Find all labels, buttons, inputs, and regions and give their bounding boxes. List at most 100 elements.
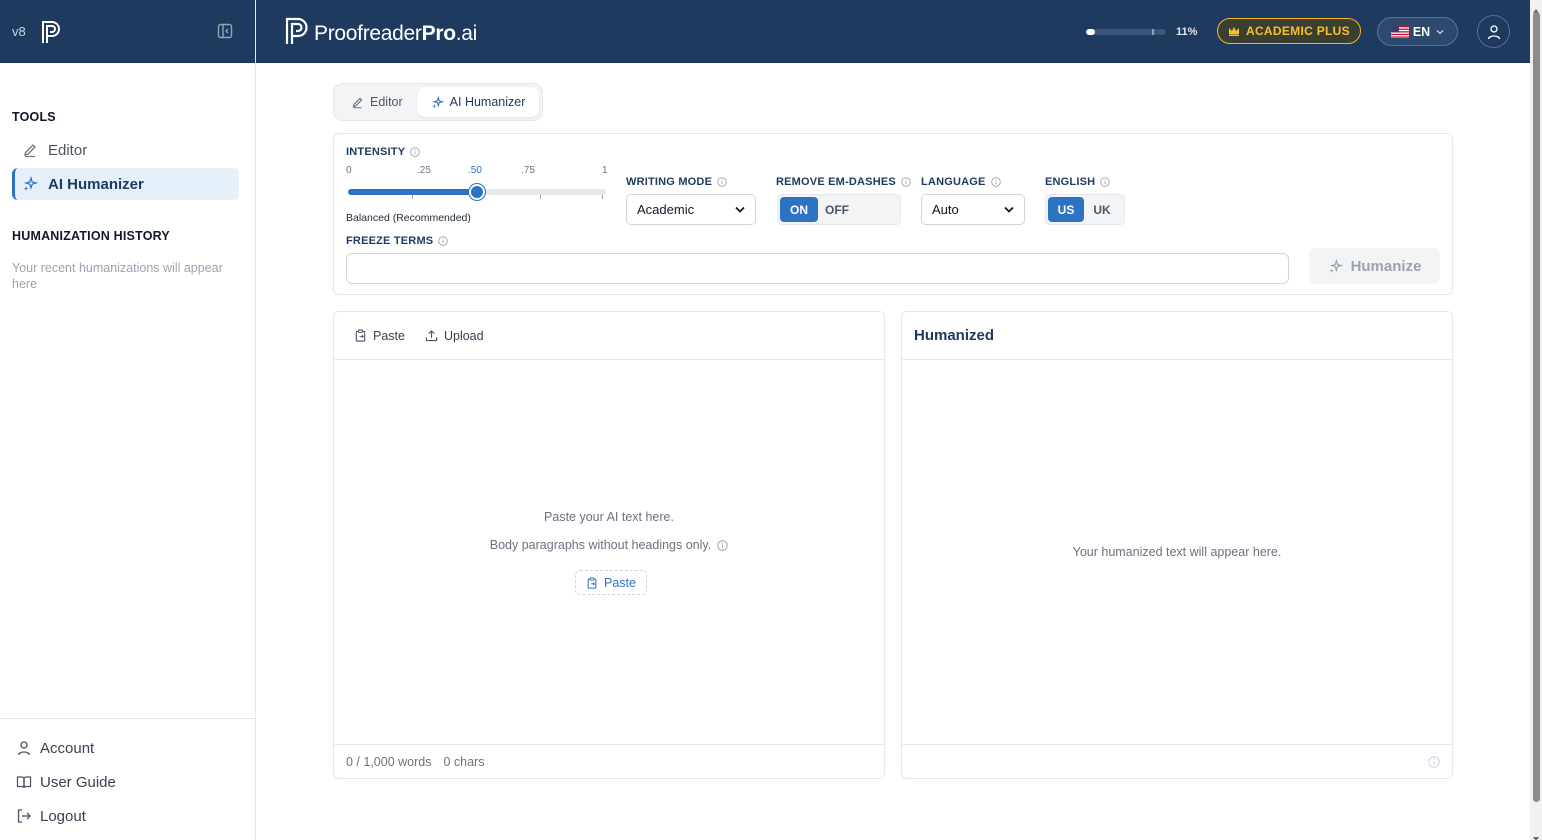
brand-logo[interactable]: Proofreader Pro .ai xyxy=(284,16,477,52)
writing-mode-label: WRITING MODE xyxy=(626,176,727,188)
sidebar-item-label: Editor xyxy=(48,141,88,159)
plan-label: ACADEMIC PLUS xyxy=(1246,24,1350,38)
intensity-description: Balanced (Recommended) xyxy=(346,212,471,224)
sidebar: v8 TOOLS Editor AI Humanizer HUMANIZATIO… xyxy=(0,0,256,840)
sidebar-item-label: User Guide xyxy=(40,773,116,791)
scroll-down-arrow-icon[interactable] xyxy=(1532,830,1540,840)
sidebar-header: v8 xyxy=(0,0,255,63)
english-uk-option[interactable]: UK xyxy=(1084,197,1120,222)
usage-progress-fill xyxy=(1086,29,1095,35)
upload-label: Upload xyxy=(443,328,484,343)
sidebar-item-user-guide[interactable]: User Guide xyxy=(0,765,255,799)
slider-thumb[interactable] xyxy=(469,184,485,200)
chevron-down-icon xyxy=(735,206,745,213)
freeze-terms-label: FREEZE TERMS xyxy=(346,235,449,247)
chevron-down-icon xyxy=(1004,206,1014,213)
pencil-icon xyxy=(22,142,38,158)
scrollbar-thumb[interactable] xyxy=(1533,12,1540,802)
english-variant-toggle: US UK xyxy=(1045,194,1125,225)
collapse-sidebar-icon[interactable] xyxy=(217,23,233,39)
sparkle-icon xyxy=(22,176,38,192)
tab-ai-humanizer[interactable]: AI Humanizer xyxy=(416,87,540,117)
sidebar-item-logout[interactable]: Logout xyxy=(0,799,255,833)
tab-label: AI Humanizer xyxy=(449,95,526,109)
upload-button[interactable]: Upload xyxy=(425,329,484,343)
user-icon xyxy=(1486,24,1502,40)
remove-em-dashes-toggle: ON OFF xyxy=(777,194,901,225)
chevron-down-icon xyxy=(1436,29,1444,35)
sparkle-icon xyxy=(1328,258,1343,274)
tab-editor[interactable]: Editor xyxy=(337,87,417,117)
language-label: EN xyxy=(1412,24,1431,39)
humanize-button[interactable]: Humanize xyxy=(1309,248,1440,284)
input-panel-footer: 0 / 1,000 words 0 chars xyxy=(334,744,884,778)
user-menu-button[interactable] xyxy=(1477,15,1510,48)
humanizer-settings: INTENSITY 0 .25 .50 .75 1 Balanced (Reco… xyxy=(333,133,1453,295)
em-dashes-off-option[interactable]: OFF xyxy=(818,197,856,222)
usage-percent: 11% xyxy=(1176,26,1198,38)
clipboard-icon xyxy=(354,329,367,342)
input-empty-hint: Body paragraphs without headings only. xyxy=(334,538,884,552)
intensity-tick: 0 xyxy=(346,165,352,176)
input-empty-text: Paste your AI text here. xyxy=(544,510,674,524)
output-panel-footer xyxy=(902,744,1452,778)
info-icon[interactable] xyxy=(1428,756,1440,768)
info-icon[interactable] xyxy=(990,177,1001,187)
language-switcher[interactable]: EN xyxy=(1377,17,1458,46)
info-icon[interactable] xyxy=(901,177,911,187)
output-panel: Humanized Your humanized text will appea… xyxy=(901,311,1453,779)
plan-badge[interactable]: ACADEMIC PLUS xyxy=(1217,18,1361,44)
language-label-text: LANGUAGE xyxy=(921,176,986,188)
brand-name-bold: Pro xyxy=(421,22,456,45)
intensity-slider[interactable] xyxy=(348,184,606,200)
info-icon[interactable] xyxy=(410,147,421,157)
writing-mode-select[interactable]: Academic xyxy=(626,194,756,225)
info-icon[interactable] xyxy=(1100,177,1111,187)
sidebar-item-account[interactable]: Account xyxy=(0,731,255,765)
output-panel-header: Humanized xyxy=(902,312,1452,360)
sidebar-item-ai-humanizer[interactable]: AI Humanizer xyxy=(12,168,239,200)
english-us-option[interactable]: US xyxy=(1048,197,1084,222)
tools-section-title: TOOLS xyxy=(12,110,56,124)
book-icon xyxy=(16,774,32,790)
empty-paste-button[interactable]: Paste xyxy=(575,570,647,595)
sidebar-item-editor[interactable]: Editor xyxy=(12,134,239,166)
char-count: 0 chars xyxy=(443,754,485,769)
logout-icon xyxy=(16,808,32,824)
remove-em-dashes-label-text: REMOVE EM-DASHES xyxy=(776,176,896,188)
intensity-tick: .75 xyxy=(521,165,535,176)
freeze-terms-input[interactable] xyxy=(346,253,1289,284)
tab-label: Editor xyxy=(370,95,403,109)
english-label-text: ENGLISH xyxy=(1045,176,1096,188)
humanize-button-label: Humanize xyxy=(1350,257,1422,275)
scroll-up-arrow-icon[interactable] xyxy=(1532,2,1540,13)
empty-paste-label: Paste xyxy=(604,575,636,590)
input-panel-toolbar: Paste Upload xyxy=(334,312,884,360)
slider-mark xyxy=(602,195,603,199)
intensity-tick: .50 xyxy=(468,165,482,176)
em-dashes-on-option[interactable]: ON xyxy=(780,197,818,222)
word-count: 0 / 1,000 words xyxy=(346,754,432,769)
sparkle-icon xyxy=(431,95,444,109)
version-label: v8 xyxy=(12,24,26,39)
info-icon[interactable] xyxy=(717,539,728,551)
app-logo-icon[interactable] xyxy=(40,19,62,45)
remove-em-dashes-label: REMOVE EM-DASHES xyxy=(776,176,911,188)
slider-mark xyxy=(412,195,413,199)
page-scrollbar[interactable] xyxy=(1530,0,1542,840)
language-select[interactable]: Auto xyxy=(921,194,1025,225)
paste-button[interactable]: Paste xyxy=(354,329,405,343)
usage-limit-marker xyxy=(1152,29,1154,35)
writing-mode-label-text: WRITING MODE xyxy=(626,176,713,188)
brand-mark-icon xyxy=(284,16,310,52)
slider-mark xyxy=(540,195,541,199)
sidebar-item-label: Account xyxy=(40,739,95,757)
clipboard-icon xyxy=(586,576,598,589)
crown-icon xyxy=(1228,26,1240,36)
user-icon xyxy=(16,740,32,756)
freeze-terms-label-text: FREEZE TERMS xyxy=(346,235,434,247)
intensity-label: INTENSITY xyxy=(346,146,421,158)
info-icon[interactable] xyxy=(717,177,727,187)
info-icon[interactable] xyxy=(438,236,449,246)
history-empty-text: Your recent humanizations will appear he… xyxy=(12,261,223,291)
